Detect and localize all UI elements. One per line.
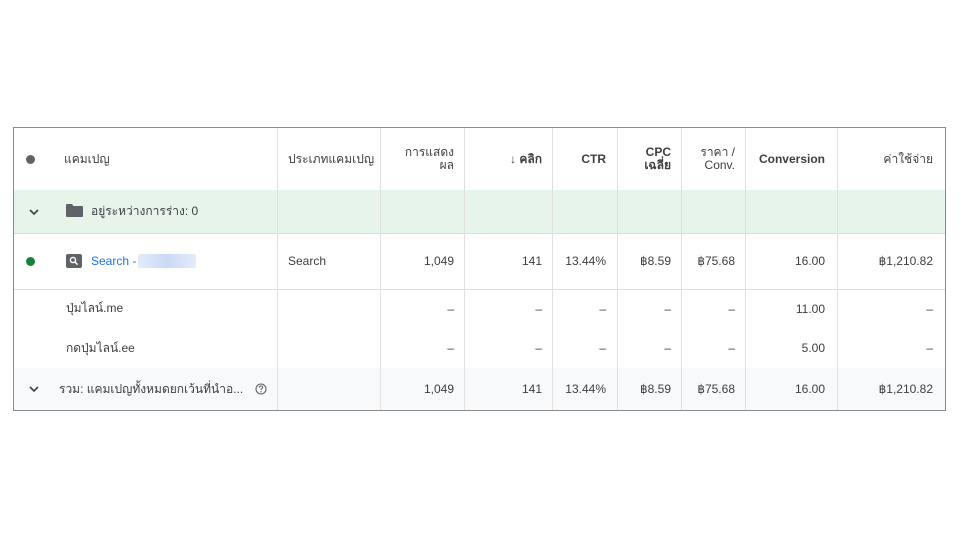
column-divider [552, 128, 553, 410]
column-divider [277, 128, 278, 410]
folder-icon [66, 203, 83, 220]
conversion-action-row: กดปุ่มไลน์.ee – – – – – 5.00 – [14, 328, 945, 369]
cost-per-conv-column-header[interactable]: ราคา / Conv. [681, 128, 745, 190]
avg-cpc-cell: ฿8.59 [640, 254, 671, 268]
total-row: รวม: แคมเปญทั้งหมดยกเว้นที่นำอ... 1,049 … [14, 368, 945, 410]
avg-cpc-cell: ฿8.59 [640, 382, 671, 396]
ctr-column-header[interactable]: CTR [552, 128, 616, 190]
redacted-campaign-name [138, 254, 197, 268]
conversions-cell: 11.00 [795, 301, 825, 316]
cost-cell: ฿1,210.82 [878, 254, 933, 268]
help-icon[interactable] [255, 383, 267, 395]
expand-chevron-icon[interactable] [28, 368, 48, 410]
column-divider [464, 128, 465, 410]
total-label-cell: รวม: แคมเปญทั้งหมดยกเว้นที่นำอ... [59, 368, 289, 410]
group-label: อยู่ระหว่างการร่าง: 0 [66, 190, 286, 233]
status-dot-icon [26, 154, 35, 164]
campaign-name-link[interactable]: Search - [91, 254, 136, 268]
conversion-action-label: กดปุ่มไลน์.ee [66, 340, 135, 355]
avg-cpc-cell: – [664, 341, 671, 355]
clicks-cell: 141 [521, 382, 542, 396]
campaign-row[interactable]: Search - Search 1,049 141 13.44% ฿8.59 ฿… [14, 233, 945, 290]
conversion-action-label: ปุ่มไลน์.me [66, 301, 124, 315]
ctr-cell: 13.44% [565, 382, 606, 396]
status-column-header[interactable] [26, 128, 46, 190]
avg-cpc-column-header[interactable]: CPC เฉลี่ย [617, 128, 681, 190]
conversions-cell: 5.00 [801, 341, 825, 355]
impressions-cell: – [447, 341, 454, 355]
column-divider [681, 128, 682, 410]
cost-cell: ฿1,210.82 [878, 382, 933, 396]
conversions-cell: 16.00 [794, 382, 825, 396]
impressions-column-header[interactable]: การแสดง ผล [380, 128, 464, 190]
clicks-column-header[interactable]: ↓ คลิก [464, 128, 552, 190]
ctr-cell: – [599, 301, 606, 316]
expand-chevron-icon[interactable] [28, 190, 48, 233]
conversions-cell: 16.00 [794, 254, 825, 268]
campaign-type-cell: Search [288, 254, 327, 268]
clicks-cell: 141 [521, 254, 542, 268]
campaign-column-header[interactable]: แคมเปญ [64, 128, 264, 190]
column-divider [380, 128, 381, 410]
clicks-cell: – [535, 301, 542, 316]
cost-per-conv-cell: – [728, 341, 735, 355]
conversions-column-header[interactable]: Conversion [745, 128, 835, 190]
campaign-table: แคมเปญ ประเภทแคมเปญ การแสดง ผล ↓ คลิก CT… [13, 127, 946, 411]
ctr-cell: – [599, 341, 606, 355]
search-campaign-icon [66, 254, 82, 268]
cost-per-conv-cell: ฿75.68 [697, 382, 735, 396]
group-label-text: อยู่ระหว่างการร่าง: 0 [91, 204, 199, 218]
column-divider [617, 128, 618, 410]
column-divider [745, 128, 746, 410]
cost-cell: – [926, 341, 933, 355]
cost-cell: – [926, 301, 933, 316]
clicks-cell: – [535, 341, 542, 355]
campaign-name-cell[interactable]: Search - [66, 233, 286, 289]
table-header-row: แคมเปญ ประเภทแคมเปญ การแสดง ผล ↓ คลิก CT… [14, 128, 945, 191]
campaign-type-column-header[interactable]: ประเภทแคมเปญ [288, 128, 388, 190]
cost-per-conv-cell: ฿75.68 [697, 254, 735, 268]
enabled-status-icon[interactable] [26, 233, 46, 289]
impressions-cell: – [447, 301, 454, 316]
impressions-cell: 1,049 [423, 254, 454, 268]
cost-column-header[interactable]: ค่าใช้จ่าย [837, 128, 947, 190]
draft-group-row[interactable]: อยู่ระหว่างการร่าง: 0 [14, 190, 945, 234]
ctr-cell: 13.44% [565, 254, 606, 268]
cost-per-conv-cell: – [728, 301, 735, 316]
conversion-action-row: ปุ่มไลน์.me – – – – – 11.00 – [14, 289, 945, 328]
avg-cpc-cell: – [664, 301, 671, 316]
total-label: รวม: แคมเปญทั้งหมดยกเว้นที่นำอ... [59, 381, 244, 396]
impressions-cell: 1,049 [423, 382, 454, 396]
column-divider [837, 128, 838, 410]
status-dot-icon [26, 256, 35, 266]
